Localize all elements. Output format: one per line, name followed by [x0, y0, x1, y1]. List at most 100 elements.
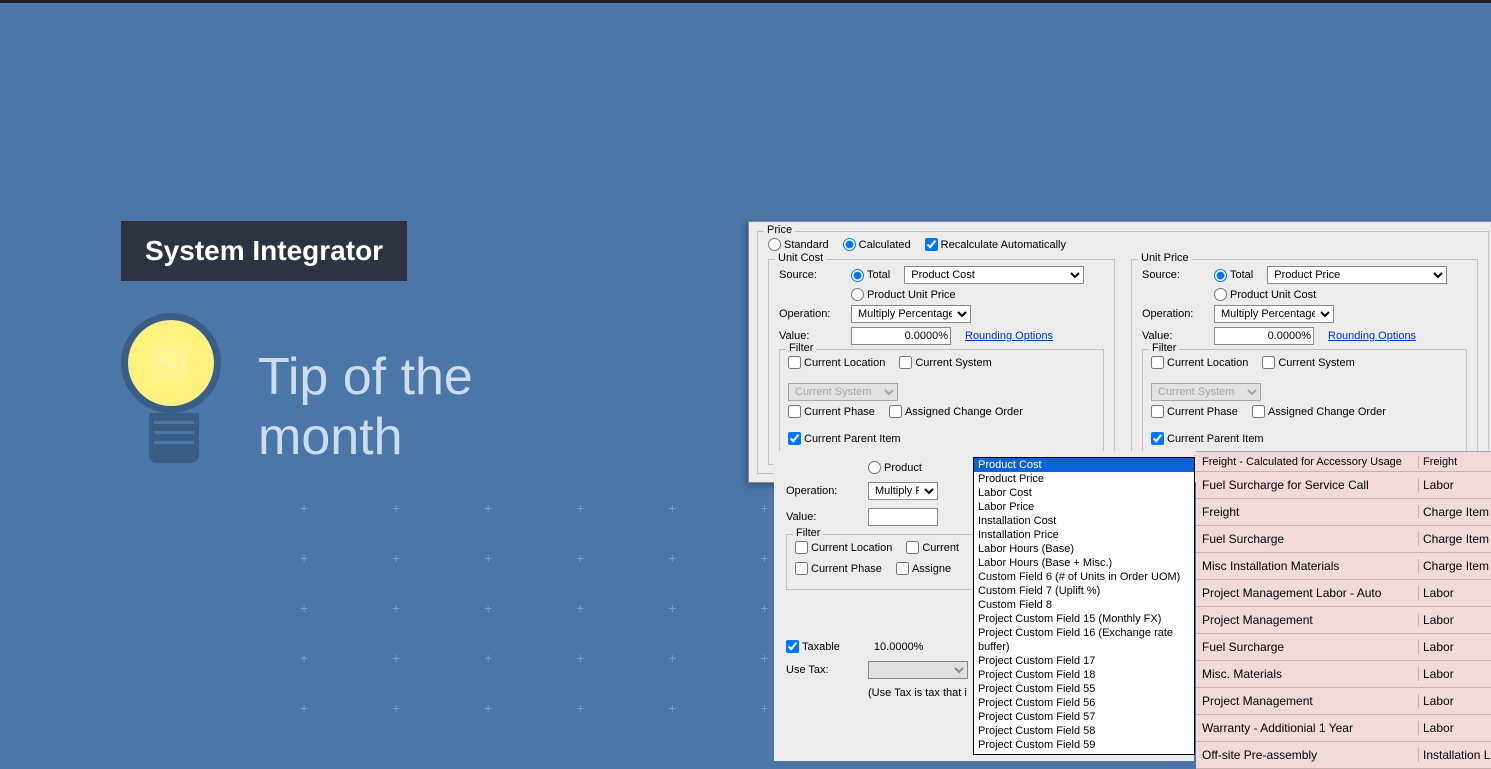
value-input-cost[interactable]: [851, 327, 951, 345]
source-label-2: Source:: [1142, 269, 1200, 281]
unit-price-label: Unit Price: [1138, 252, 1192, 264]
value-input-price[interactable]: [1214, 327, 1314, 345]
table-row[interactable]: Project ManagementLabor: [1196, 688, 1491, 715]
check-taxable[interactable]: Taxable: [786, 640, 840, 653]
table-row[interactable]: Fuel Surcharge for Service CallLabor: [1196, 472, 1491, 499]
radio-product-unit-price[interactable]: Product Unit Price: [851, 288, 956, 301]
check-curphase-lower[interactable]: Current Phase: [795, 562, 882, 575]
radio-calculated[interactable]: Calculated: [843, 238, 911, 251]
check-current-location-2[interactable]: Current Location: [1151, 356, 1248, 369]
dropdown-option[interactable]: Project Custom Field 15 (Monthly FX): [974, 612, 1194, 626]
radio-product-lower[interactable]: Product: [868, 461, 922, 474]
check-recalculate[interactable]: Recalculate Automatically: [925, 238, 1066, 251]
dropdown-option[interactable]: Labor Price: [974, 500, 1194, 514]
table-row[interactable]: Freight - Calculated for Accessory Usage…: [1196, 452, 1491, 472]
radio-standard-label: Standard: [784, 239, 829, 251]
check-assigned-change-order[interactable]: Assigned Change Order: [889, 405, 1023, 418]
table-cell-type: Labor: [1418, 586, 1491, 600]
table-cell-type: Charge Item: [1418, 505, 1491, 519]
check-current-system[interactable]: Current System: [899, 356, 991, 369]
tax-percent: 10.0000%: [874, 641, 924, 653]
table-cell-type: Labor: [1418, 694, 1491, 708]
filter-label: Filter: [786, 342, 816, 354]
value-input-lower[interactable]: [868, 508, 938, 526]
filter-box-price: Filter Current Location Current System C…: [1142, 349, 1467, 456]
check-current-location[interactable]: Current Location: [788, 356, 885, 369]
table-cell-name: Fuel Surcharge: [1196, 532, 1418, 546]
dropdown-option[interactable]: Labor Hours (Base + Misc.): [974, 556, 1194, 570]
check-curloc-lower[interactable]: Current Location: [795, 541, 892, 554]
table-cell-name: Project Management Labor - Auto: [1196, 586, 1418, 600]
table-row[interactable]: Project ManagementLabor: [1196, 607, 1491, 634]
dropdown-option[interactable]: Custom Field 7 (Uplift %): [974, 584, 1194, 598]
check-current-system-2[interactable]: Current System: [1262, 356, 1354, 369]
dropdown-option[interactable]: Labor Cost: [974, 486, 1194, 500]
radio-total-cost-label: Total: [867, 269, 890, 281]
dropdown-option[interactable]: Project Custom Field 55: [974, 682, 1194, 696]
filter-box-lower: Filter Current Location Current Current …: [786, 534, 986, 590]
dropdown-option[interactable]: Project Custom Field 59: [974, 738, 1194, 752]
table-cell-type: Freight: [1418, 456, 1491, 468]
check-current-lower[interactable]: Current: [906, 541, 959, 554]
use-tax-select[interactable]: [868, 661, 968, 679]
tip-of-month-heading: Tip of the month: [258, 348, 473, 468]
dropdown-option[interactable]: Labor Hours (Base): [974, 542, 1194, 556]
check-current-phase-2[interactable]: Current Phase: [1151, 405, 1238, 418]
radio-total-price[interactable]: Total: [1214, 269, 1253, 282]
operation-select-cost[interactable]: Multiply Percentage: [851, 305, 971, 323]
radio-product-unit-cost[interactable]: Product Unit Cost: [1214, 288, 1316, 301]
table-row[interactable]: Fuel SurchargeLabor: [1196, 634, 1491, 661]
current-system-select: Current System: [788, 383, 898, 401]
check-current-parent-item-2[interactable]: Current Parent Item: [1151, 432, 1264, 445]
dropdown-option[interactable]: Product Price: [974, 472, 1194, 486]
table-cell-name: Project Management: [1196, 613, 1418, 627]
table-cell-name: Freight - Calculated for Accessory Usage: [1196, 456, 1418, 468]
unit-price-group: Unit Price Source: Total Product Price P…: [1131, 259, 1478, 465]
dropdown-option[interactable]: Custom Field 8: [974, 598, 1194, 612]
radio-calculated-label: Calculated: [859, 239, 911, 251]
operation-select-lower[interactable]: Multiply Per: [868, 482, 938, 500]
check-assigned-change-order-2[interactable]: Assigned Change Order: [1252, 405, 1386, 418]
table-cell-type: Installation L: [1418, 748, 1491, 762]
dropdown-option[interactable]: Installation Cost: [974, 514, 1194, 528]
dropdown-option[interactable]: Project Custom Field 58: [974, 724, 1194, 738]
operation-label-lower: Operation:: [786, 485, 854, 497]
table-row[interactable]: Misc. MaterialsLabor: [1196, 661, 1491, 688]
radio-total-cost[interactable]: Total: [851, 269, 890, 282]
filter-label-2: Filter: [1149, 342, 1179, 354]
use-tax-hint: (Use Tax is tax that i: [868, 687, 967, 699]
rounding-link-cost[interactable]: Rounding Options: [965, 330, 1053, 342]
dropdown-option[interactable]: Custom Field 6 (# of Units in Order UOM): [974, 570, 1194, 584]
value-label-lower: Value:: [786, 511, 854, 523]
table-cell-type: Labor: [1418, 613, 1491, 627]
check-current-phase[interactable]: Current Phase: [788, 405, 875, 418]
table-row[interactable]: FreightCharge Item: [1196, 499, 1491, 526]
table-row[interactable]: Fuel SurchargeCharge Item: [1196, 526, 1491, 553]
table-cell-type: Labor: [1418, 478, 1491, 492]
dropdown-option[interactable]: Project Custom Field 56: [974, 696, 1194, 710]
dropdown-option[interactable]: Project Custom Field 16 (Exchange rate b…: [974, 626, 1194, 654]
check-recalculate-label: Recalculate Automatically: [941, 239, 1066, 251]
check-current-parent-item[interactable]: Current Parent Item: [788, 432, 901, 445]
dropdown-option[interactable]: Installation Price: [974, 528, 1194, 542]
rounding-link-price[interactable]: Rounding Options: [1328, 330, 1416, 342]
source-select-cost[interactable]: Product Cost: [904, 266, 1084, 284]
source-select-price[interactable]: Product Price: [1267, 266, 1447, 284]
check-assigne-lower[interactable]: Assigne: [896, 562, 951, 575]
table-row[interactable]: Off-site Pre-assemblyInstallation L: [1196, 742, 1491, 769]
radio-standard[interactable]: Standard: [768, 238, 829, 251]
table-row[interactable]: Misc Installation MaterialsCharge Item: [1196, 553, 1491, 580]
dropdown-option[interactable]: Product Cost: [974, 458, 1194, 472]
title-badge: System Integrator: [121, 221, 407, 281]
filter-box-cost: Filter Current Location Current System C…: [779, 349, 1104, 456]
table-row[interactable]: Warranty - Additionial 1 YearLabor: [1196, 715, 1491, 742]
dropdown-option[interactable]: Project Custom Field 17: [974, 654, 1194, 668]
operation-select-price[interactable]: Multiply Percentage: [1214, 305, 1334, 323]
dropdown-option[interactable]: Project Custom Field 57: [974, 710, 1194, 724]
source-dropdown-open[interactable]: Product CostProduct PriceLabor CostLabor…: [973, 457, 1195, 755]
table-cell-type: Charge Item: [1418, 532, 1491, 546]
bulb-text: SI: [153, 342, 189, 385]
table-row[interactable]: Project Management Labor - AutoLabor: [1196, 580, 1491, 607]
unit-cost-label: Unit Cost: [775, 252, 826, 264]
dropdown-option[interactable]: Project Custom Field 18: [974, 668, 1194, 682]
